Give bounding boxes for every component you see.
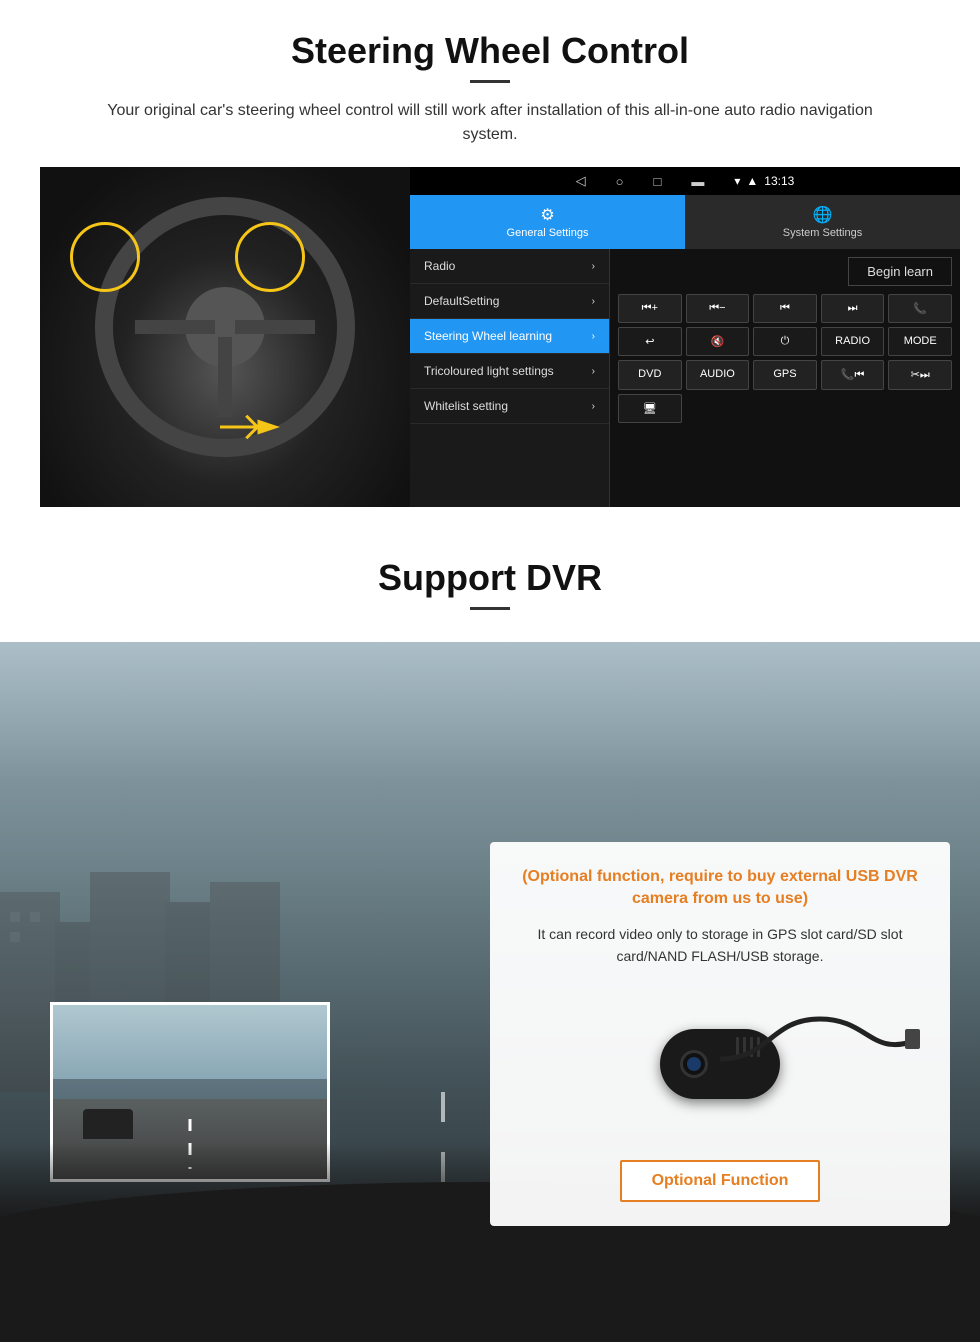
menu-steering-label: Steering Wheel learning xyxy=(424,329,552,343)
dvr-optional-warning: (Optional function, require to buy exter… xyxy=(514,866,926,911)
home-icon: ○ xyxy=(616,174,624,189)
gear-icon: ⚙ xyxy=(540,205,554,225)
camera-lens-inner xyxy=(687,1057,701,1071)
wifi-icon: ▾ xyxy=(734,174,740,188)
ctrl-btn-gps[interactable]: GPS xyxy=(753,360,817,390)
section-subtitle: Your original car's steering wheel contr… xyxy=(80,99,900,147)
highlight-circle-right xyxy=(235,222,305,292)
ctrl-btn-prev[interactable]: ⏮ xyxy=(753,294,817,323)
ctrl-btn-next[interactable]: ⏭ xyxy=(821,294,885,323)
menu-tricoloured-label: Tricoloured light settings xyxy=(424,364,554,378)
menu-item-whitelist[interactable]: Whitelist setting › xyxy=(410,389,609,424)
ctrl-btn-cut-next[interactable]: ✂⏭ xyxy=(888,360,952,390)
ctrl-btn-display[interactable]: 🖥 xyxy=(618,394,682,423)
settings-menu-area: Radio › DefaultSetting › Steering Wheel … xyxy=(410,249,960,507)
dvr-section: Support DVR xyxy=(0,527,980,1342)
chevron-icon: › xyxy=(592,296,595,307)
ctrl-btn-audio[interactable]: AUDIO xyxy=(686,360,750,390)
ctrl-btn-phone-prev[interactable]: 📞⏮ xyxy=(821,360,885,390)
ctrl-btn-vol-down[interactable]: ⏮− xyxy=(686,294,750,323)
menu-radio-label: Radio xyxy=(424,259,455,273)
begin-learn-row: Begin learn xyxy=(618,257,952,286)
ctrl-btn-phone[interactable]: 📞 xyxy=(888,294,952,323)
dvr-info-box: (Optional function, require to buy exter… xyxy=(490,842,950,1226)
status-time: 13:13 xyxy=(764,174,794,188)
steering-screenshot: ◁ ○ □ ▬ ▾ ▲ 13:13 ⚙ General Settings 🌐 xyxy=(40,167,960,507)
control-buttons-grid: ⏮+ ⏮− ⏮ ⏭ 📞 ↩ 🔇 ⏻ RADIO MODE DVD AUDIO xyxy=(618,294,952,423)
recents-icon: □ xyxy=(654,174,662,189)
ctrl-btn-hangup[interactable]: ↩ xyxy=(618,327,682,356)
android-ui-panel: ◁ ○ □ ▬ ▾ ▲ 13:13 ⚙ General Settings 🌐 xyxy=(410,167,960,507)
ctrl-btn-mute[interactable]: 🔇 xyxy=(686,327,750,356)
menu-item-radio[interactable]: Radio › xyxy=(410,249,609,284)
yellow-arrow xyxy=(220,407,280,447)
settings-menu-list: Radio › DefaultSetting › Steering Wheel … xyxy=(410,249,610,507)
dvr-title-area: Support DVR xyxy=(0,527,980,642)
usb-cable xyxy=(720,999,920,1119)
wheel-spoke-right xyxy=(235,320,315,334)
highlight-circle-left xyxy=(70,222,140,292)
inset-car xyxy=(83,1109,133,1139)
tab-general-label: General Settings xyxy=(507,227,589,239)
chevron-icon: › xyxy=(592,331,595,342)
optional-function-button[interactable]: Optional Function xyxy=(620,1160,821,1202)
menu-item-default-setting[interactable]: DefaultSetting › xyxy=(410,284,609,319)
menu-item-steering-wheel[interactable]: Steering Wheel learning › xyxy=(410,319,609,354)
begin-learn-button[interactable]: Begin learn xyxy=(848,257,952,286)
dvr-divider xyxy=(470,607,510,610)
chevron-icon: › xyxy=(592,366,595,377)
dvr-description: It can record video only to storage in G… xyxy=(514,923,926,968)
ctrl-btn-dvd[interactable]: DVD xyxy=(618,360,682,390)
ctrl-btn-mode[interactable]: MODE xyxy=(888,327,952,356)
signal-icon: ▲ xyxy=(746,174,758,188)
title-divider xyxy=(470,80,510,83)
dvr-title: Support DVR xyxy=(40,557,940,599)
ctrl-btn-vol-up[interactable]: ⏮+ xyxy=(618,294,682,323)
back-icon: ◁ xyxy=(576,173,586,189)
dvr-background: (Optional function, require to buy exter… xyxy=(0,642,980,1342)
camera-lens xyxy=(680,1050,708,1078)
android-nav-bar: ◁ ○ □ ▬ ▾ ▲ 13:13 xyxy=(410,167,960,195)
menu-default-label: DefaultSetting xyxy=(424,294,499,308)
tab-system-label: System Settings xyxy=(783,227,862,239)
steering-wheel-section: Steering Wheel Control Your original car… xyxy=(0,0,980,527)
globe-icon: 🌐 xyxy=(813,205,833,225)
ctrl-btn-power[interactable]: ⏻ xyxy=(753,327,817,356)
chevron-icon: › xyxy=(592,401,595,412)
steering-wheel-image xyxy=(40,167,410,507)
menu-icon: ▬ xyxy=(691,174,704,189)
dvr-camera-illustration xyxy=(514,984,926,1144)
menu-whitelist-label: Whitelist setting xyxy=(424,399,508,413)
chevron-icon: › xyxy=(592,261,595,272)
wheel-spoke-left xyxy=(135,320,215,334)
ctrl-btn-radio[interactable]: RADIO xyxy=(821,327,885,356)
tab-general-settings[interactable]: ⚙ General Settings xyxy=(410,195,685,249)
wheel-spoke-bottom xyxy=(218,337,232,417)
control-panel: Begin learn ⏮+ ⏮− ⏮ ⏭ 📞 ↩ 🔇 ⏻ RADIO xyxy=(610,249,960,507)
page-title: Steering Wheel Control xyxy=(40,30,940,72)
menu-item-tricoloured[interactable]: Tricoloured light settings › xyxy=(410,354,609,389)
tab-system-settings[interactable]: 🌐 System Settings xyxy=(685,195,960,249)
status-icons-group: ▾ ▲ 13:13 xyxy=(734,174,794,188)
settings-tabs[interactable]: ⚙ General Settings 🌐 System Settings xyxy=(410,195,960,249)
